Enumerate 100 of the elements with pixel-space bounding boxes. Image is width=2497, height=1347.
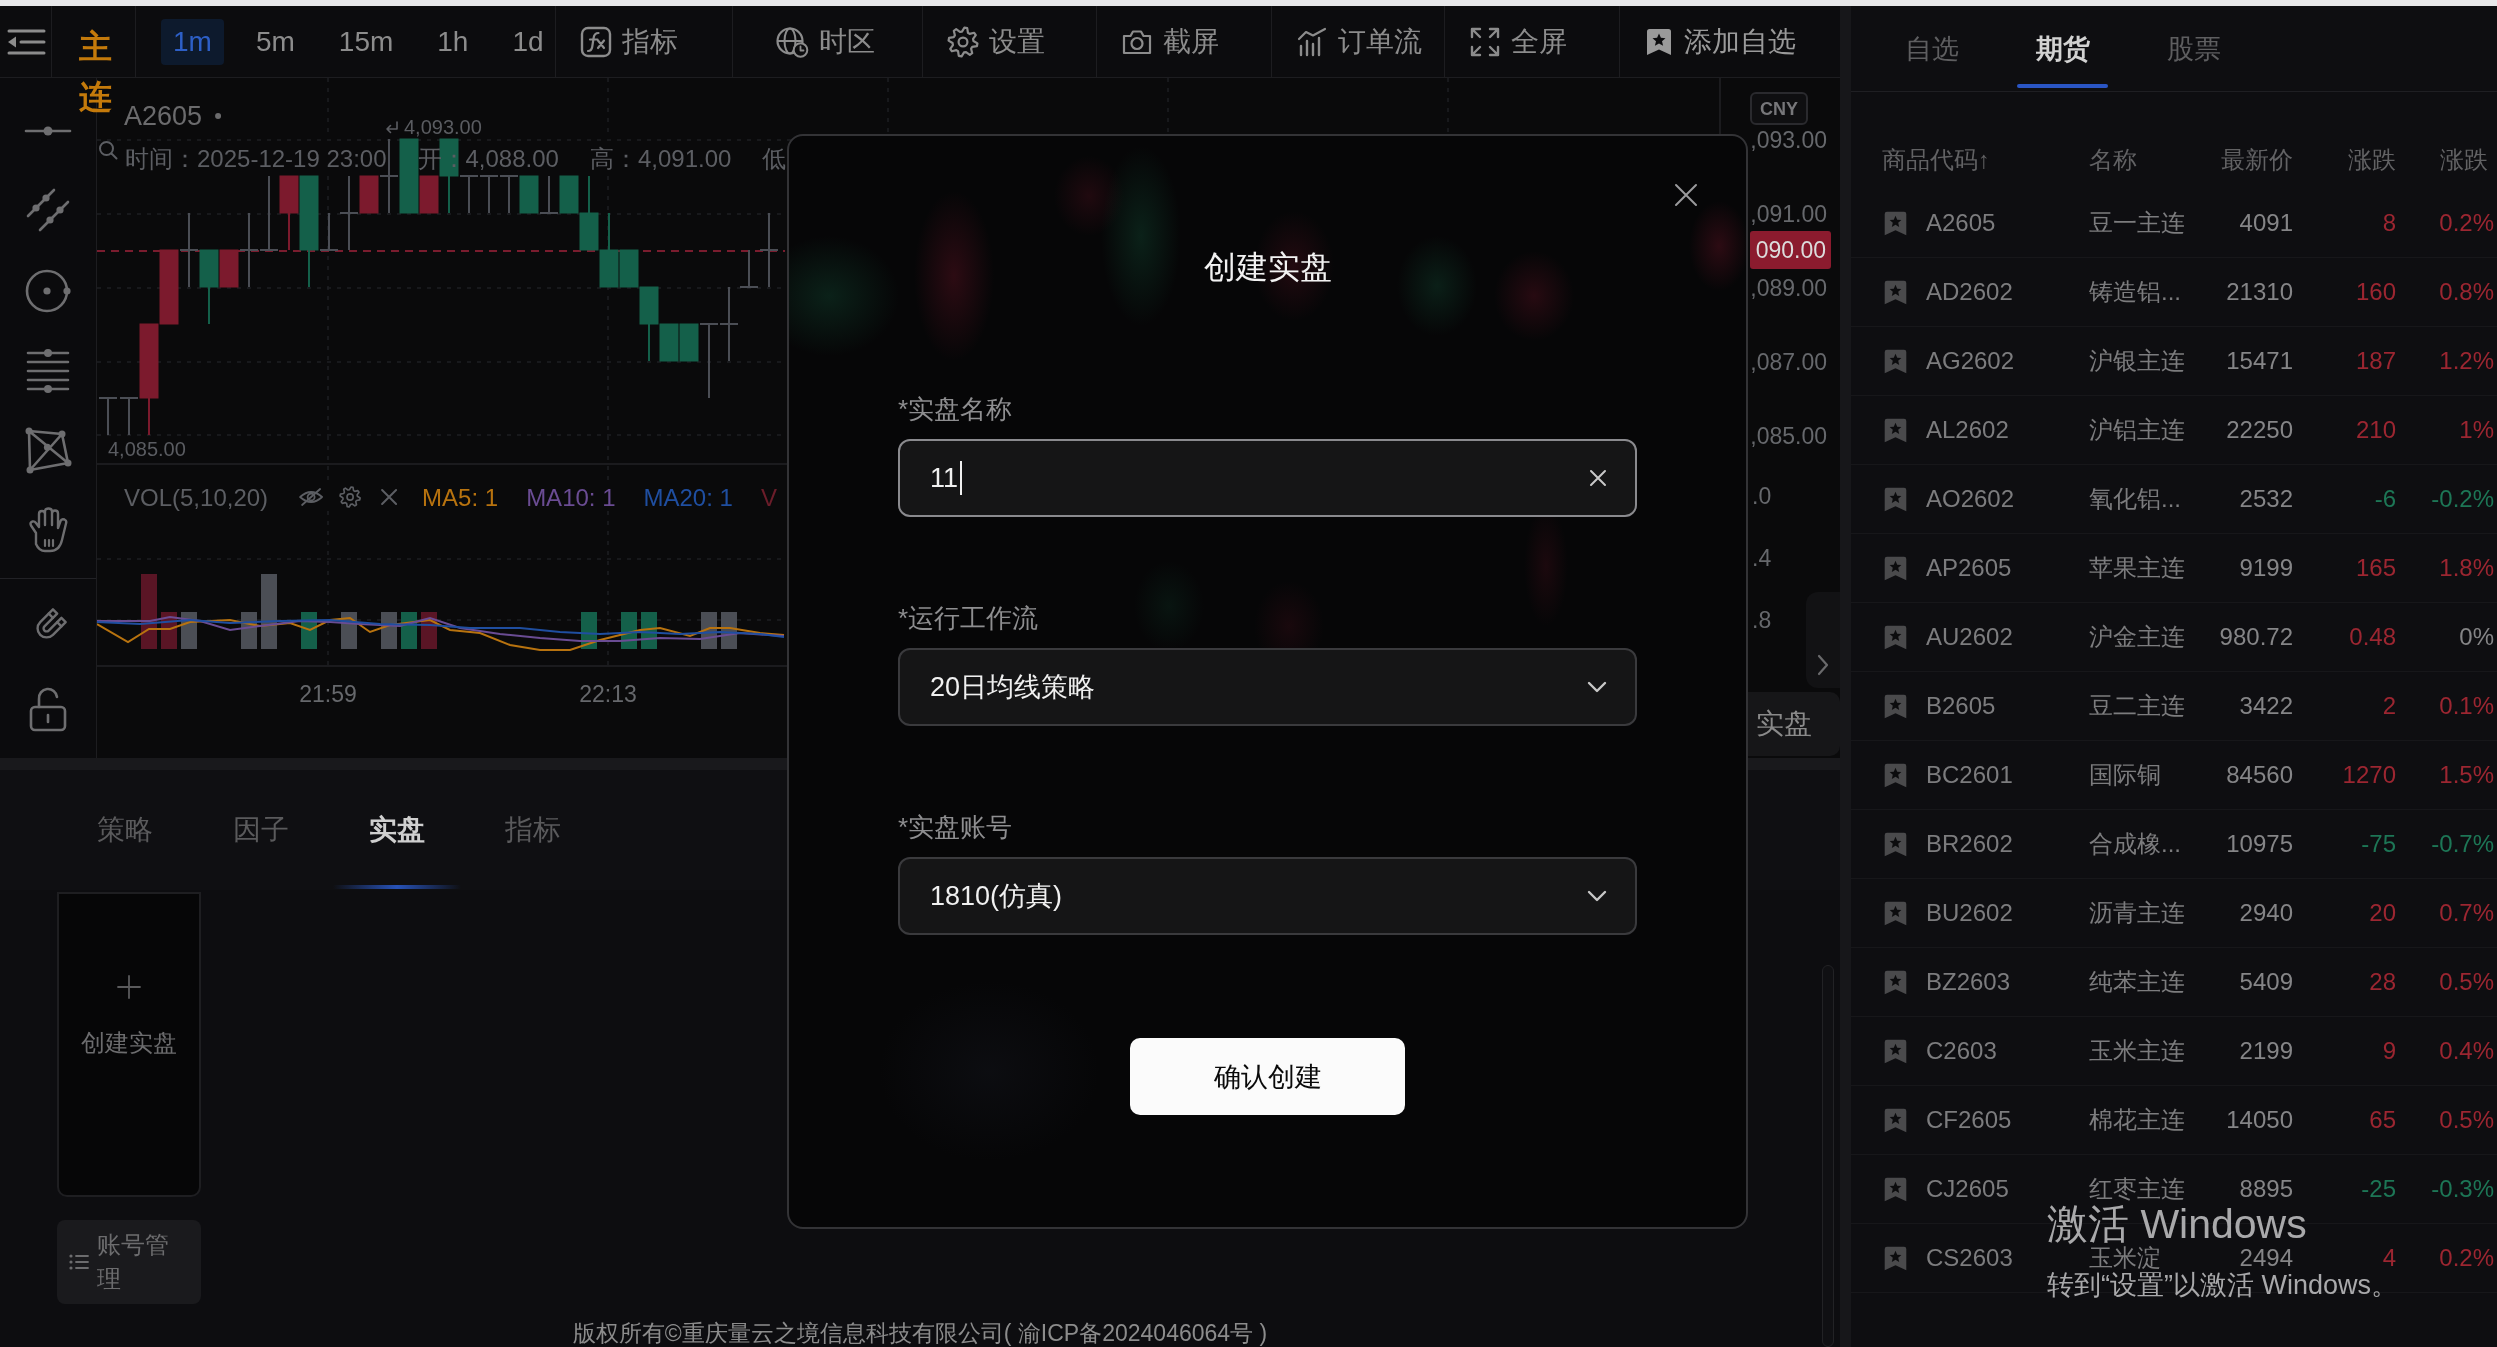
bookmark-star-icon[interactable]	[1882, 416, 1909, 444]
contract-name: 沪铝主连	[2089, 418, 2185, 442]
change-percent: -0.3%	[2431, 1177, 2494, 1201]
bookmark-star-icon[interactable]	[1882, 1175, 1909, 1203]
market-tab[interactable]: 股票	[2128, 6, 2259, 91]
price-change: 0.48	[2349, 625, 2396, 649]
price-change: 165	[2355, 556, 2396, 580]
contract-name: 沪银主连	[2089, 349, 2185, 373]
change-percent: -0.2%	[2431, 487, 2494, 511]
bookmark-star-icon[interactable]	[1882, 278, 1909, 306]
change-percent: -0.7%	[2431, 832, 2494, 856]
market-tab[interactable]: 期货	[1997, 6, 2128, 91]
side-panel-button[interactable]: 实盘	[1748, 692, 1840, 756]
last-price-badge: 090.00	[1750, 231, 1831, 269]
bookmark-star-icon[interactable]	[1882, 485, 1909, 513]
bookmark-star-icon	[1644, 26, 1674, 57]
dialog-title: 创建实盘	[1203, 248, 1332, 287]
eye-slash-icon[interactable]	[300, 489, 323, 505]
column-header[interactable]: 涨跌	[2440, 143, 2488, 176]
bookmark-star-icon[interactable]	[1882, 623, 1909, 651]
close-icon[interactable]	[382, 490, 397, 504]
last-price: 10975	[2226, 832, 2293, 856]
bookmark-star-icon[interactable]	[1882, 554, 1909, 582]
bookmark-star-icon[interactable]	[1882, 830, 1909, 858]
field-label: *实盘名称	[898, 393, 1013, 426]
chevron-down-icon	[1587, 890, 1607, 902]
change-percent: 0.5%	[2439, 1108, 2494, 1132]
select-field[interactable]: 1810(仿真)	[898, 857, 1637, 935]
bookmark-star-icon[interactable]	[1882, 1037, 1909, 1065]
fullscreen-button[interactable]: 全屏	[1445, 6, 1620, 77]
volume-axis-label: .0	[1752, 483, 1772, 509]
cross-icon[interactable]	[1589, 469, 1607, 487]
column-header[interactable]: 商品代码↑	[1882, 143, 1990, 176]
change-percent: 0.7%	[2439, 901, 2494, 925]
price-axis-label: ,087.00	[1750, 349, 1827, 375]
market-tab[interactable]: 自选	[1866, 6, 1997, 91]
collapse-handle[interactable]	[1806, 592, 1840, 688]
circle-icon[interactable]	[24, 267, 72, 315]
timezone-button[interactable]: 时区	[733, 6, 923, 77]
last-price: 21310	[2226, 280, 2293, 304]
order-flow-button[interactable]: 订单流	[1272, 6, 1445, 77]
bookmark-star-icon[interactable]	[1882, 899, 1909, 927]
bookmark-star-icon[interactable]	[1882, 1244, 1909, 1272]
bookmark-star-icon[interactable]	[1882, 347, 1909, 375]
timeframe-button[interactable]: 5m	[243, 18, 307, 65]
contract-type-label: 主连	[79, 27, 112, 117]
contract-code: C2603	[1926, 1039, 1997, 1063]
fullscreen-icon	[1469, 25, 1501, 58]
column-header[interactable]: 涨跌	[2348, 143, 2396, 176]
account-button[interactable]: 账号管理	[57, 1220, 201, 1304]
activation-title: 激活 Windows	[2047, 1204, 2307, 1245]
search-icon[interactable]	[100, 142, 117, 159]
change-percent: 0.5%	[2439, 970, 2494, 994]
bookmark-star-icon[interactable]	[1882, 761, 1909, 789]
time-axis-label: 21:59	[299, 681, 357, 707]
contract-name: 玉米淀	[2089, 1246, 2161, 1270]
open-padlock-icon[interactable]	[28, 688, 68, 732]
contract-name: 棉花主连	[2089, 1108, 2185, 1132]
chevron-down-icon	[1587, 681, 1607, 693]
dot-icon	[215, 113, 222, 119]
column-header[interactable]: 名称	[2089, 143, 2137, 176]
settings-icon	[947, 25, 979, 58]
price-change: 2	[2382, 694, 2396, 718]
volume-axis-label: .8	[1752, 607, 1772, 633]
field-label: *运行工作流	[898, 602, 1039, 635]
change-percent: 0.4%	[2439, 1039, 2494, 1063]
timeframe-button[interactable]: 1d	[500, 18, 556, 65]
price-axis-label: ,093.00	[1750, 127, 1827, 153]
price-change: 8	[2382, 211, 2396, 235]
horizontal-line-icon[interactable]	[24, 125, 72, 137]
screenshot-button[interactable]: 截屏	[1097, 6, 1272, 77]
contract-code: CF2605	[1926, 1108, 2012, 1132]
bookmark-star-icon[interactable]	[1882, 1106, 1909, 1134]
bookmark-star-icon[interactable]	[1882, 968, 1909, 996]
indicators-button[interactable]: 指标	[556, 6, 733, 77]
select-field[interactable]: 20日均线策略	[898, 648, 1637, 726]
price-change: 20	[2369, 901, 2396, 925]
last-price: 22250	[2226, 418, 2293, 442]
text-input[interactable]: 11	[898, 439, 1637, 517]
bookmark-star-icon[interactable]	[1882, 692, 1909, 720]
create-card[interactable]: 创建实盘	[57, 892, 201, 1197]
bookmark-star-icon[interactable]	[1882, 209, 1909, 237]
timeframe-button[interactable]: 1m	[161, 18, 224, 65]
price-change: 28	[2369, 970, 2396, 994]
parallel-lines-icon[interactable]	[24, 186, 72, 234]
timeframe-button[interactable]: 1h	[425, 18, 481, 65]
change-percent: 0.2%	[2439, 211, 2494, 235]
price-change: 160	[2355, 280, 2396, 304]
confirm-button[interactable]: 确认创建	[1130, 1038, 1405, 1115]
panel-tab[interactable]: 实盘	[329, 770, 465, 890]
settings-icon[interactable]	[340, 486, 361, 508]
column-header[interactable]: 最新价	[2221, 143, 2293, 176]
settings-button[interactable]: 设置	[923, 6, 1097, 77]
polygon-icon[interactable]	[24, 426, 72, 474]
contract-code: AG2602	[1926, 349, 2015, 373]
timeframe-button[interactable]: 15m	[326, 18, 406, 65]
horizontal-lines-icon[interactable]	[24, 349, 72, 393]
text-cursor-icon	[960, 461, 963, 495]
time-axis-label: 22:13	[579, 681, 637, 707]
add-to-watchlist-button[interactable]: 添加自选	[1620, 6, 1840, 77]
